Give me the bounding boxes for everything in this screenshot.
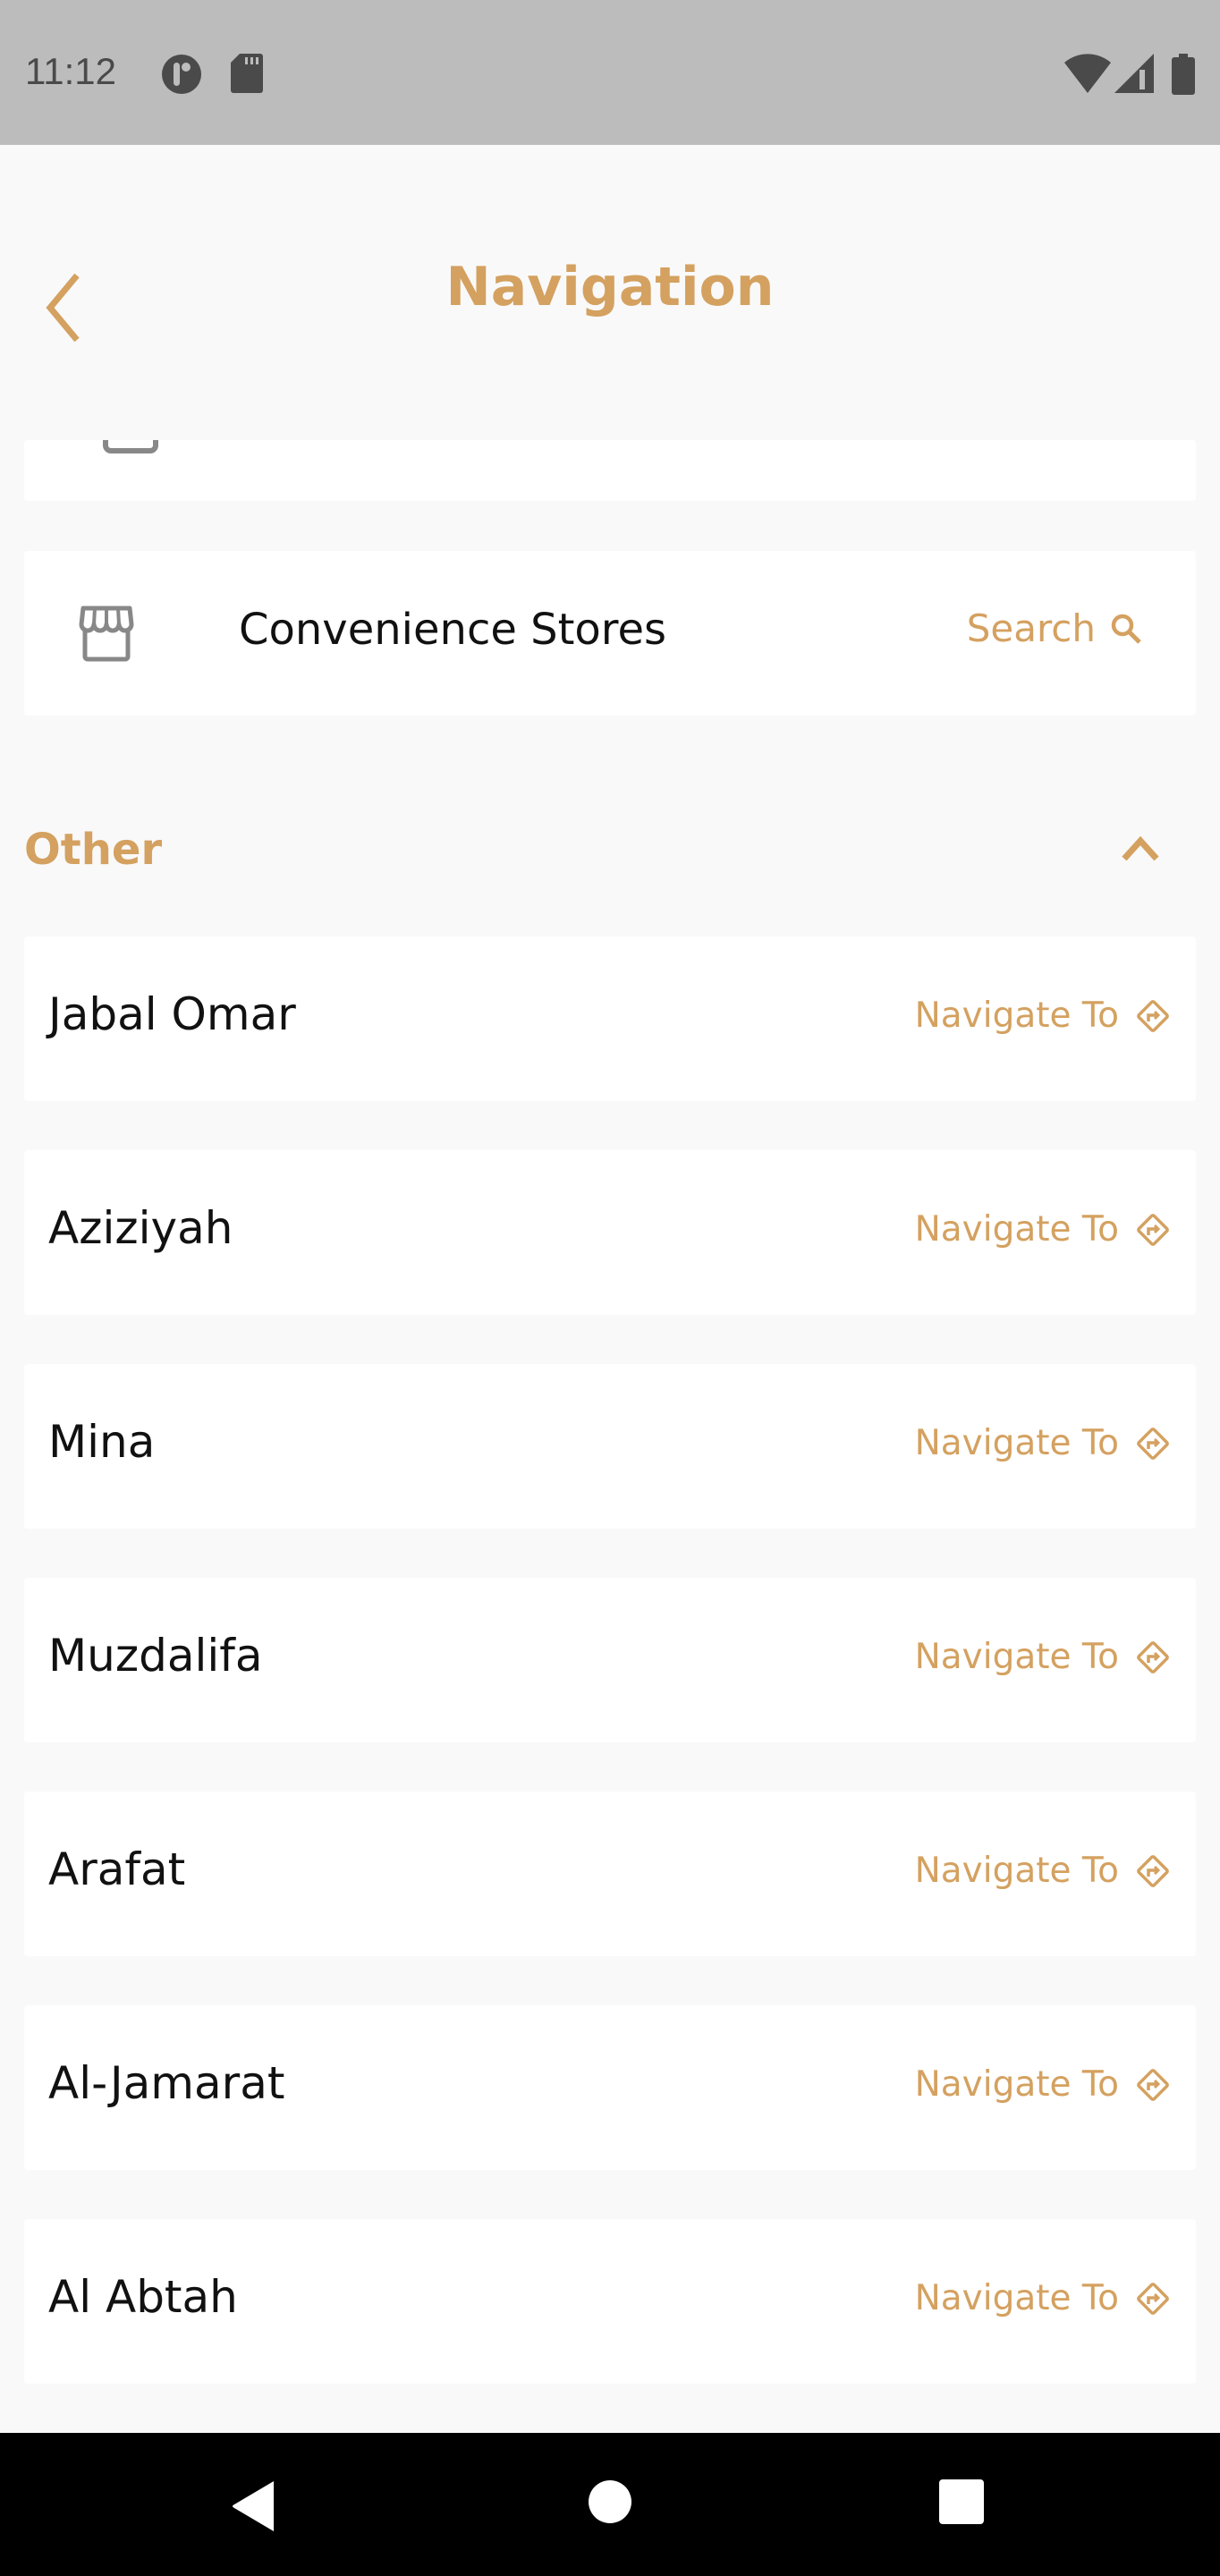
- wifi-icon: [1064, 54, 1111, 93]
- place-name: Mina: [48, 1416, 156, 1468]
- navigate-to-button[interactable]: Navigate To: [915, 2064, 1171, 2105]
- place-card-mina[interactable]: Mina Navigate To: [24, 1364, 1196, 1529]
- system-navigation-bar: [0, 2433, 1220, 2576]
- status-time: 11:12: [25, 50, 116, 92]
- navigate-to-button[interactable]: Navigate To: [915, 2278, 1171, 2318]
- battery-icon: [1172, 54, 1195, 95]
- recents-button[interactable]: [939, 2479, 984, 2524]
- navigate-to-label: Navigate To: [914, 1851, 1119, 1891]
- navigate-to-label: Navigate To: [914, 2278, 1119, 2318]
- navigate-to-button[interactable]: Navigate To: [915, 1209, 1171, 1250]
- data-saver-icon: [162, 55, 201, 94]
- navigate-to-label: Navigate To: [914, 996, 1119, 1036]
- place-name: Muzdalifa: [48, 1630, 263, 1682]
- page-title: Navigation: [445, 256, 775, 318]
- section-header-other[interactable]: Other: [24, 816, 1196, 887]
- navigate-to-label: Navigate To: [914, 2064, 1119, 2105]
- navigate-to-label: Navigate To: [914, 1637, 1119, 1677]
- navigate-to-button[interactable]: Navigate To: [915, 1851, 1171, 1891]
- directions-icon: [1137, 1640, 1169, 1674]
- place-name: Aziziyah: [48, 1202, 233, 1254]
- partial-service-card[interactable]: [24, 440, 1196, 501]
- section-title: Other: [24, 825, 163, 875]
- place-card-al-jamarat[interactable]: Al-Jamarat Navigate To: [24, 2005, 1196, 2170]
- place-name: Al Abtah: [48, 2271, 238, 2323]
- place-name: Jabal Omar: [48, 988, 296, 1040]
- directions-icon: [1137, 1213, 1169, 1246]
- service-card-convenience-stores[interactable]: Convenience Stores Search: [24, 551, 1196, 716]
- directions-icon: [1137, 2282, 1169, 2315]
- navigate-to-button[interactable]: Navigate To: [915, 1637, 1171, 1677]
- navigate-to-button[interactable]: Navigate To: [915, 996, 1171, 1036]
- search-label: Search: [966, 606, 1096, 650]
- signal-icon: [1114, 54, 1154, 93]
- directions-icon: [1137, 2068, 1169, 2101]
- navigate-to-label: Navigate To: [914, 1423, 1119, 1463]
- store-icon: [79, 606, 134, 662]
- navigate-to-button[interactable]: Navigate To: [915, 1423, 1171, 1463]
- directions-icon: [1137, 1854, 1169, 1887]
- home-button[interactable]: [588, 2479, 632, 2524]
- status-bar: 11:12: [0, 0, 1220, 145]
- place-card-muzdalifa[interactable]: Muzdalifa Navigate To: [24, 1578, 1196, 1742]
- place-card-jabal-omar[interactable]: Jabal Omar Navigate To: [24, 936, 1196, 1101]
- place-card-al-abtah[interactable]: Al Abtah Navigate To: [24, 2219, 1196, 2384]
- place-name: Al-Jamarat: [48, 2057, 285, 2109]
- service-icon: [103, 440, 158, 453]
- directions-icon: [1137, 999, 1169, 1032]
- navigate-to-label: Navigate To: [914, 1209, 1119, 1250]
- service-label: Convenience Stores: [239, 605, 667, 655]
- search-icon: [1111, 614, 1141, 644]
- chevron-up-icon[interactable]: [1121, 835, 1160, 862]
- back-button[interactable]: [231, 2479, 277, 2533]
- sd-card-icon: [231, 54, 263, 93]
- app-header: Navigation: [0, 145, 1220, 440]
- search-button[interactable]: Search: [967, 606, 1142, 650]
- place-name: Arafat: [48, 1843, 186, 1895]
- place-card-arafat[interactable]: Arafat Navigate To: [24, 1792, 1196, 1956]
- place-card-aziziyah[interactable]: Aziziyah Navigate To: [24, 1150, 1196, 1315]
- directions-icon: [1137, 1427, 1169, 1460]
